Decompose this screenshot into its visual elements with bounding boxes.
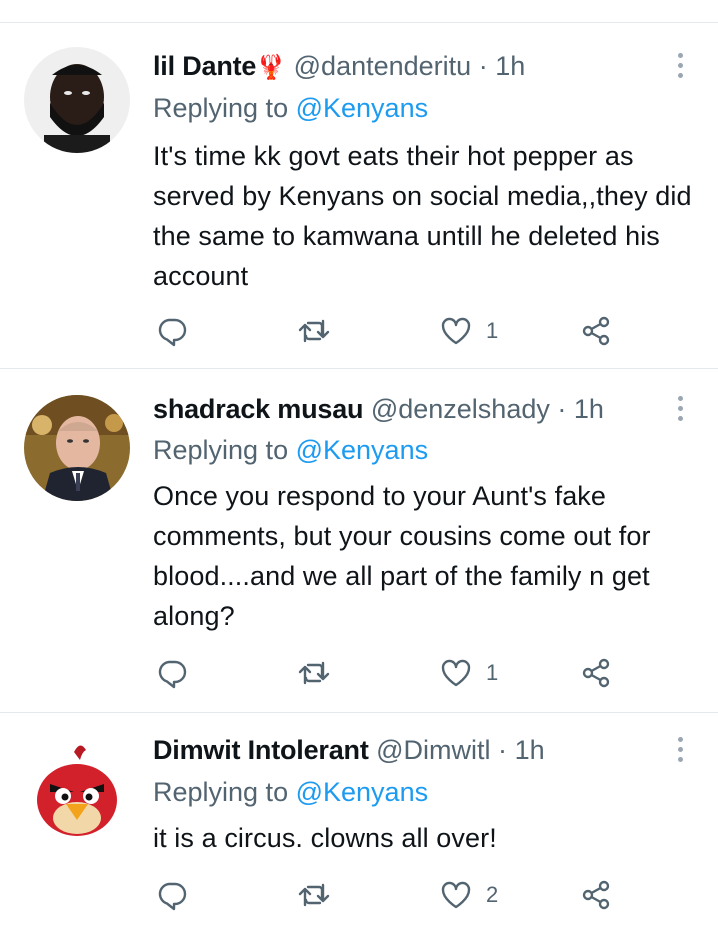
tweet-header: Dimwit Intolerant @Dimwitl · 1h (153, 734, 545, 766)
tweet-text: it is a circus. clowns all over! (153, 823, 497, 853)
reply-button[interactable] (156, 653, 188, 693)
display-name[interactable]: Dimwit Intolerant (153, 735, 369, 765)
action-bar: 1 (0, 311, 718, 351)
share-button[interactable] (580, 311, 612, 351)
like-button[interactable]: 2 (440, 875, 498, 915)
share-icon (582, 316, 610, 346)
mention-link[interactable]: @Kenyans (296, 777, 428, 807)
tweet-divider (0, 712, 718, 713)
timestamp[interactable]: 1h (515, 735, 545, 765)
retweet-icon (298, 661, 330, 685)
replying-to: Replying to @Kenyans (153, 92, 428, 124)
tweet-divider (0, 368, 718, 369)
like-button[interactable]: 1 (440, 653, 498, 693)
timestamp[interactable]: 1h (574, 394, 604, 424)
mention-link[interactable]: @Kenyans (296, 435, 428, 465)
separator: · (498, 735, 508, 765)
display-name[interactable]: lil Dante (153, 51, 256, 81)
timestamp[interactable]: 1h (495, 51, 525, 81)
retweet-button[interactable] (298, 311, 330, 351)
more-options-icon[interactable] (668, 391, 692, 425)
replying-prefix: Replying to (153, 435, 289, 465)
tweet-header: shadrack musau @denzelshady · 1h (153, 393, 604, 425)
replying-prefix: Replying to (153, 93, 289, 123)
retweet-button[interactable] (298, 653, 330, 693)
tweet-header: lil Dante🦞 @dantenderitu · 1h (153, 50, 525, 84)
tweet-3[interactable]: Dimwit Intolerant @Dimwitl · 1h Replying… (0, 714, 718, 932)
reply-button[interactable] (156, 311, 188, 351)
separator: · (478, 51, 488, 81)
share-icon (582, 658, 610, 688)
action-bar: 2 (0, 875, 718, 915)
replying-to: Replying to @Kenyans (153, 776, 428, 808)
more-options-icon[interactable] (668, 732, 692, 766)
separator: · (557, 394, 567, 424)
user-handle[interactable]: @denzelshady (371, 394, 550, 424)
share-button[interactable] (580, 875, 612, 915)
avatar-image (24, 738, 130, 844)
retweet-icon (298, 883, 330, 907)
replying-prefix: Replying to (153, 777, 289, 807)
reply-icon (158, 882, 187, 911)
avatar-image (24, 395, 130, 501)
lobster-emoji-icon: 🦞 (256, 54, 287, 81)
like-button[interactable]: 1 (440, 311, 498, 351)
share-button[interactable] (580, 653, 612, 693)
reply-icon (158, 318, 187, 347)
share-icon (582, 880, 610, 910)
tweet-text: It's time kk govt eats their hot pepper … (153, 141, 692, 291)
retweet-icon (298, 319, 330, 343)
action-bar: 1 (0, 653, 718, 693)
like-count: 1 (486, 660, 499, 685)
tweet-2[interactable]: shadrack musau @denzelshady · 1h Replyin… (0, 370, 718, 713)
avatar[interactable] (24, 47, 130, 153)
user-handle[interactable]: @Dimwitl (376, 735, 490, 765)
display-name[interactable]: shadrack musau (153, 394, 364, 424)
user-handle[interactable]: @dantenderitu (294, 51, 472, 81)
heart-icon (441, 317, 471, 345)
reply-button[interactable] (156, 875, 188, 915)
avatar-image (24, 47, 130, 153)
retweet-button[interactable] (298, 875, 330, 915)
tweet-text: Once you respond to your Aunt's fake com… (153, 481, 651, 631)
replying-to: Replying to @Kenyans (153, 434, 428, 466)
tweet-1[interactable]: lil Dante🦞 @dantenderitu · 1h Replying t… (0, 23, 718, 369)
like-count: 2 (486, 882, 499, 907)
avatar[interactable] (24, 738, 130, 844)
reply-icon (158, 660, 187, 689)
more-options-icon[interactable] (668, 48, 692, 82)
heart-icon (441, 881, 471, 909)
avatar[interactable] (24, 395, 130, 501)
mention-link[interactable]: @Kenyans (296, 93, 428, 123)
like-count: 1 (486, 318, 499, 343)
heart-icon (441, 659, 471, 687)
